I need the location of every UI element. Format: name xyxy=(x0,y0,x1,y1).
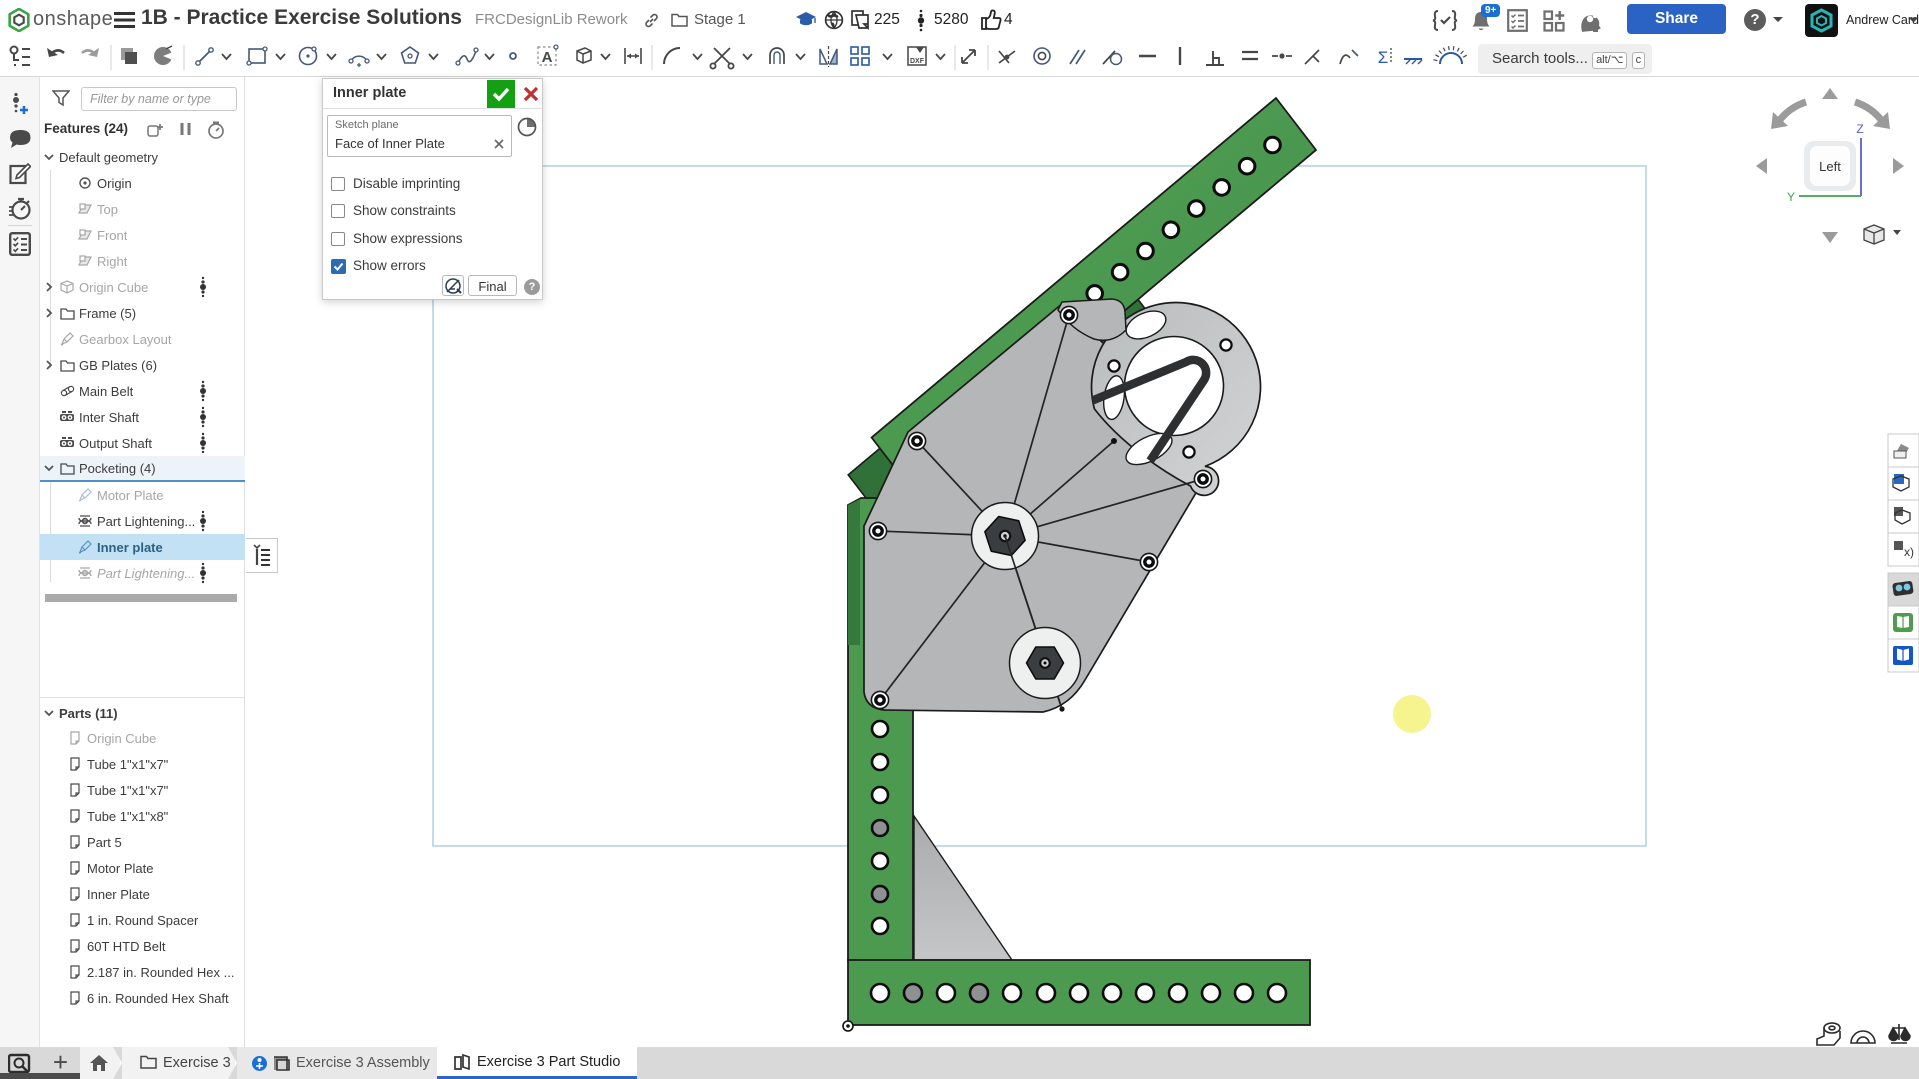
svg-text:Y: Y xyxy=(1787,190,1795,204)
svg-text:A: A xyxy=(542,49,553,66)
svg-text:DXF: DXF xyxy=(910,58,925,65)
svg-text:x): x) xyxy=(1904,545,1914,559)
svg-text:Z: Z xyxy=(1856,122,1863,136)
svg-text:Left: Left xyxy=(1819,159,1841,174)
svg-text:Σ: Σ xyxy=(1378,48,1389,67)
